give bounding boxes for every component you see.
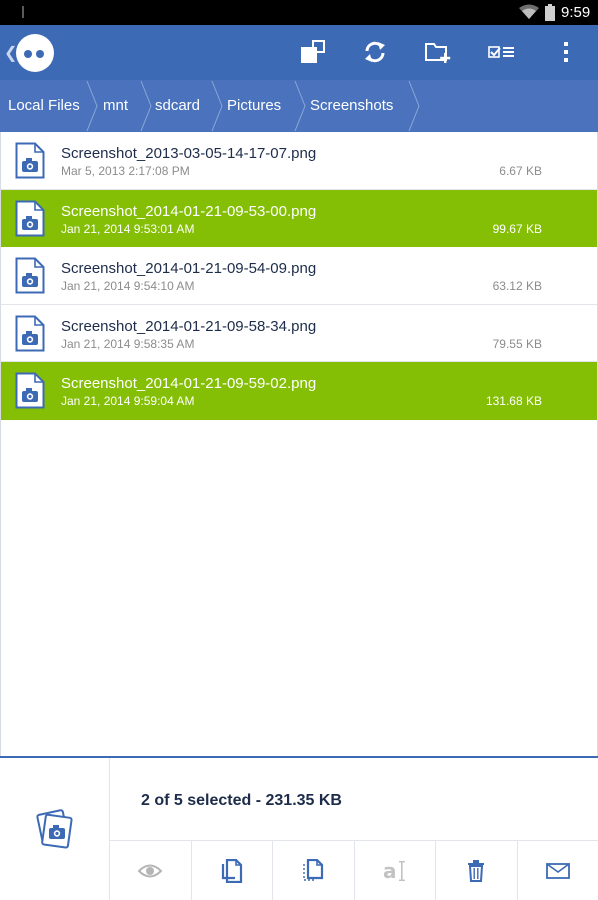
breadcrumb-item-screenshots[interactable]: Screenshots [306,80,420,132]
breadcrumb-label: Screenshots [310,97,394,114]
select-mode-button[interactable] [485,35,519,69]
file-date: Jan 21, 2014 9:59:04 AM [61,394,195,409]
breadcrumb-separator [408,80,420,132]
file-date: Mar 5, 2013 2:17:08 PM [61,164,190,178]
file-name: Screenshot_2014-01-21-09-54-09.png [61,260,317,278]
file-name: Screenshot_2013-03-05-14-17-07.png [61,145,317,162]
cut-button[interactable] [272,841,354,900]
select-list-icon [488,46,514,58]
file-name: Screenshot_2014-01-21-09-58-34.png [61,317,317,335]
copy-button[interactable] [190,841,273,900]
sync-icon [365,41,385,63]
file-name: Screenshot_2014-01-21-09-53-00.png [61,202,317,220]
breadcrumb-label: Pictures [227,97,282,114]
breadcrumb-separator [140,80,152,132]
image-stack-icon [35,809,73,849]
file-size: 6.67 KB [499,164,542,178]
delete-icon [468,860,485,882]
battery-icon [545,4,555,21]
image-file-icon [15,257,45,294]
selection-panel: 2 of 5 selected - 231.35 KB a [0,756,598,900]
email-button[interactable] [516,841,598,900]
image-file-icon [15,200,45,237]
file-list: Screenshot_2013-03-05-14-17-07.png Mar 5,… [0,132,598,756]
file-row[interactable]: Screenshot_2014-01-21-09-53-00.png Jan 21… [1,189,597,248]
new-folder-icon [425,43,451,63]
action-bar: ❮ [0,25,598,80]
file-row[interactable]: Screenshot_2014-01-21-09-54-09.png Jan 21… [1,247,597,305]
svg-text:a: a [383,859,397,883]
image-file-icon [15,372,45,409]
breadcrumb-item-mnt[interactable]: mnt [98,80,152,132]
image-file-icon [15,315,45,352]
app-logo[interactable] [16,34,54,72]
rename-button[interactable]: a [353,841,436,900]
wifi-icon [519,4,539,19]
preview-button[interactable] [110,841,191,900]
breadcrumb-item-pictures[interactable]: Pictures [223,80,306,132]
file-row[interactable]: Screenshot_2014-01-21-09-59-02.png Jan 21… [1,362,597,420]
file-row[interactable]: Screenshot_2014-01-21-09-58-34.png Jan 21… [1,305,597,363]
new-folder-button[interactable] [421,35,455,69]
image-file-icon [15,142,45,179]
breadcrumb-item-local-files[interactable]: Local Files [0,80,98,132]
clock: 9:59 [561,4,591,21]
notification-mark [22,6,24,18]
breadcrumb-label: Local Files [8,97,80,114]
overflow-menu-button[interactable] [549,35,583,69]
overflow-icon [564,42,568,62]
breadcrumb-separator [211,80,223,132]
file-size: 99.67 KB [492,221,542,236]
file-date: Jan 21, 2014 9:58:35 AM [61,336,195,351]
file-size: 79.55 KB [492,336,542,351]
window-icon [301,40,325,63]
breadcrumb-separator [86,80,98,132]
sync-button[interactable] [358,35,392,69]
window-button[interactable] [296,35,330,69]
file-date: Jan 21, 2014 9:54:10 AM [61,279,195,294]
breadcrumb-separator [294,80,306,132]
delete-button[interactable] [435,841,517,900]
file-row[interactable]: Screenshot_2013-03-05-14-17-07.png Mar 5,… [1,132,597,190]
selection-thumbnail [0,758,110,900]
file-size: 63.12 KB [492,279,542,294]
eye-icon [138,864,163,878]
selection-summary: 2 of 5 selected - 231.35 KB [141,792,342,809]
selection-toolbar: a [110,840,598,900]
status-bar: 9:59 [0,0,598,25]
breadcrumb: Local Files mnt sdcard Pictures Screensh… [0,80,598,132]
rename-icon: a [383,859,405,883]
file-size: 131.68 KB [485,394,542,409]
breadcrumb-label: mnt [103,97,129,114]
email-icon [545,863,570,879]
breadcrumb-label: sdcard [155,97,201,114]
copy-icon [221,859,242,883]
cut-icon [303,859,324,881]
file-name: Screenshot_2014-01-21-09-59-02.png [61,375,317,393]
file-date: Jan 21, 2014 9:53:01 AM [61,221,195,236]
breadcrumb-item-sdcard[interactable]: sdcard [152,80,223,132]
